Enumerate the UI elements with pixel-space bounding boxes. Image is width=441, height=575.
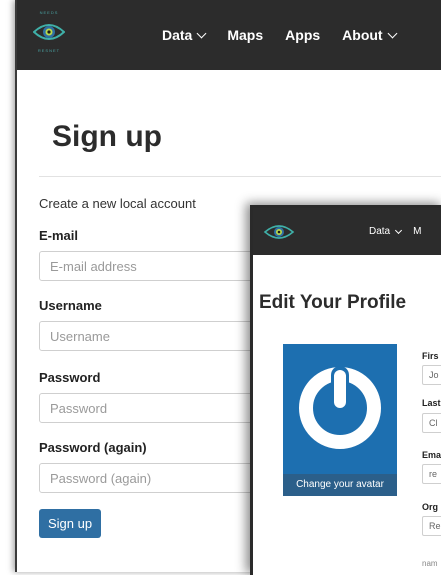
profile-navbar: Data M <box>253 208 441 255</box>
change-avatar-button[interactable]: Change your avatar <box>283 474 397 496</box>
form-subtitle: Create a new local account <box>39 196 196 211</box>
nav-apps[interactable]: Apps <box>285 27 320 43</box>
email-field[interactable]: re <box>422 464 441 484</box>
resnet-logo[interactable]: NEEDS RESNET <box>29 8 85 62</box>
nav-data-label: Data <box>369 226 391 237</box>
avatar[interactable]: Change your avatar <box>283 344 397 496</box>
nav-about-label: About <box>342 27 383 43</box>
logo-top-text: NEEDS <box>39 10 59 15</box>
page-title: Sign up <box>52 120 162 153</box>
profile-title: Edit Your Profile <box>259 292 407 313</box>
email-label: E-mail <box>39 228 79 243</box>
first-name-field[interactable]: Jo <box>422 365 441 385</box>
nav-data[interactable]: Data <box>162 27 207 43</box>
email-label: Ema <box>422 450 441 460</box>
organization-label: Org <box>422 502 439 512</box>
nav-maps[interactable]: Maps <box>227 27 263 43</box>
username-label: Username <box>39 298 102 313</box>
title-divider <box>39 176 441 177</box>
eye-logo-icon <box>263 225 295 239</box>
nav-data-label: Data <box>162 27 193 43</box>
profile-window: Data M Edit Your Profile Change your ava… <box>250 205 441 575</box>
field-hint: nam <box>422 559 438 568</box>
nav-apps-label: Apps <box>285 27 321 43</box>
first-name-label: Firs <box>422 351 439 361</box>
nav-maps-partial[interactable]: M <box>413 226 421 237</box>
organization-field[interactable]: Re <box>422 516 441 536</box>
eye-logo-icon <box>33 24 65 40</box>
nav-about[interactable]: About <box>342 27 398 43</box>
chevron-down-icon <box>196 28 207 38</box>
password-label: Password <box>39 370 101 385</box>
nav-data[interactable]: Data <box>369 226 403 237</box>
password-again-label: Password (again) <box>39 440 147 455</box>
nav-maps-label: M <box>413 226 422 237</box>
last-name-label: Last <box>422 398 441 408</box>
chevron-down-icon <box>395 226 403 234</box>
resnet-logo[interactable] <box>259 212 299 252</box>
chevron-down-icon <box>387 28 398 38</box>
logo-bottom-text: RESNET <box>37 48 61 53</box>
top-navbar: NEEDS RESNET Data Maps Apps About <box>17 0 441 70</box>
last-name-field[interactable]: Cl <box>422 413 441 433</box>
power-avatar-icon <box>299 366 381 449</box>
nav-maps-label: Maps <box>227 27 264 43</box>
profile-main-nav: Data M <box>369 208 421 255</box>
sign-up-button[interactable]: Sign up <box>39 509 101 538</box>
main-nav: Data Maps Apps About <box>162 0 398 70</box>
